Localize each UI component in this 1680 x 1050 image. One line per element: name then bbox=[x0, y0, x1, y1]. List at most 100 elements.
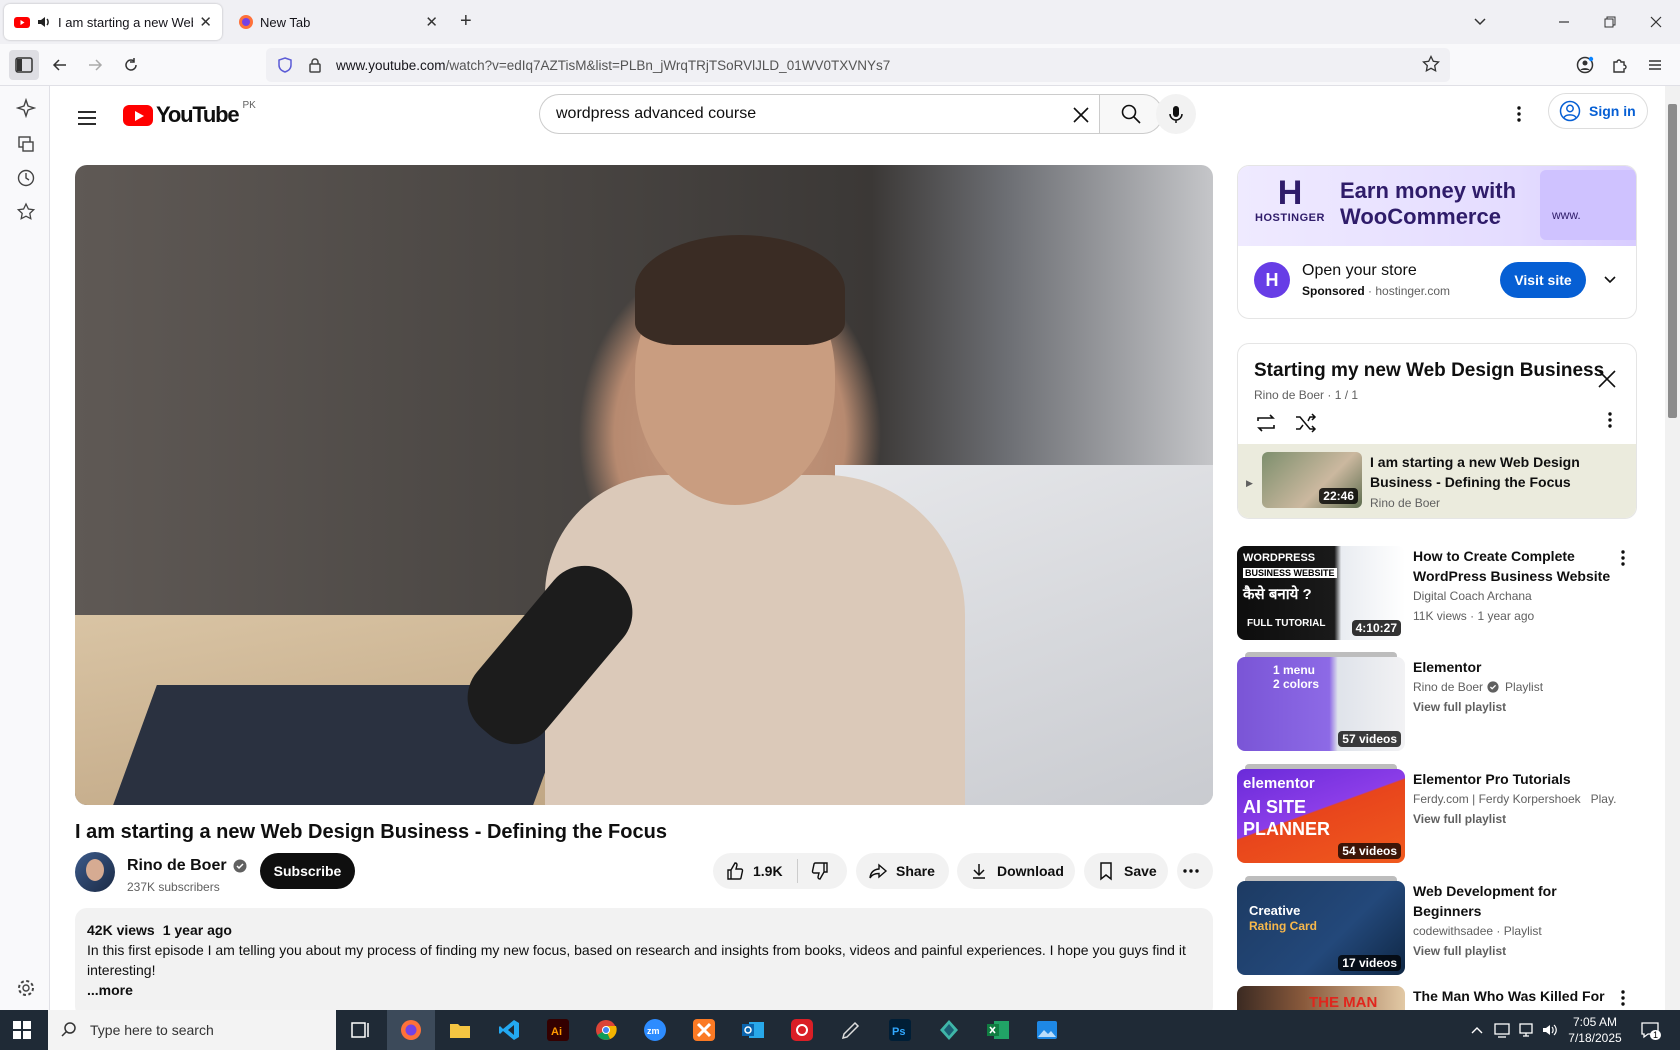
more-actions-button[interactable] bbox=[1177, 853, 1213, 889]
chevron-down-icon[interactable] bbox=[1600, 270, 1620, 290]
vscode-icon[interactable] bbox=[497, 1018, 521, 1042]
app-menu-button[interactable] bbox=[1640, 50, 1670, 80]
creative-cloud-icon[interactable] bbox=[790, 1018, 814, 1042]
close-tab-icon[interactable]: ✕ bbox=[199, 13, 212, 31]
playlist-meta: Rino de Boer · 1 / 1 bbox=[1254, 388, 1359, 402]
recommendation-playlist[interactable]: 1 menu 2 colors 57 videos Elementor Rino… bbox=[1237, 652, 1637, 753]
channel-name[interactable]: Rino de Boer bbox=[127, 857, 247, 875]
new-tab-button[interactable]: + bbox=[460, 10, 472, 33]
photos-app-icon[interactable] bbox=[1035, 1018, 1059, 1042]
restore-icon[interactable] bbox=[1602, 14, 1618, 30]
show-more-link[interactable]: ...more bbox=[87, 980, 1201, 1000]
ad-banner[interactable]: H HOSTINGER Earn money with WooCommerce … bbox=[1238, 166, 1636, 246]
playlist-title[interactable]: Starting my new Web Design Business bbox=[1254, 360, 1604, 382]
sidebar-toggle-button[interactable] bbox=[9, 50, 39, 80]
scrollbar-thumb[interactable] bbox=[1668, 104, 1677, 418]
tracking-protection-shield-icon[interactable] bbox=[276, 56, 294, 74]
volume-icon[interactable] bbox=[1541, 1022, 1559, 1038]
forward-button[interactable] bbox=[80, 50, 110, 80]
firefox-icon bbox=[239, 15, 253, 29]
recommendation-playlist[interactable]: Creative Rating Card 17 videos Web Devel… bbox=[1237, 876, 1637, 977]
task-view-icon[interactable] bbox=[348, 1018, 372, 1042]
view-full-playlist-link[interactable]: View full playlist bbox=[1413, 697, 1617, 717]
thumbs-up-icon bbox=[727, 862, 744, 880]
video-player[interactable] bbox=[75, 165, 1213, 805]
view-full-playlist-link[interactable]: View full playlist bbox=[1413, 941, 1617, 961]
video-count-badge: 57 videos bbox=[1338, 731, 1401, 747]
share-button[interactable]: Share bbox=[856, 853, 949, 889]
close-tab-icon[interactable]: ✕ bbox=[425, 13, 438, 31]
photoshop-icon[interactable]: Ps bbox=[888, 1018, 912, 1042]
clear-search-icon[interactable] bbox=[1069, 103, 1093, 127]
windows-start-icon[interactable] bbox=[12, 1020, 32, 1040]
rec-thumb-text: AI SITE bbox=[1243, 797, 1307, 817]
channel-avatar[interactable] bbox=[75, 852, 115, 892]
ad-title[interactable]: Open your store bbox=[1302, 262, 1417, 280]
speaker-icon[interactable] bbox=[36, 14, 52, 30]
guide-menu-icon[interactable] bbox=[75, 106, 99, 130]
lock-icon[interactable] bbox=[306, 56, 324, 74]
network-icon[interactable] bbox=[1518, 1022, 1536, 1038]
customize-sidebar-gear-icon[interactable] bbox=[16, 978, 36, 998]
extensions-button[interactable] bbox=[1605, 50, 1635, 80]
back-button[interactable] bbox=[45, 50, 75, 80]
bookmarks-star-icon[interactable] bbox=[16, 202, 36, 222]
download-button[interactable]: Download bbox=[957, 853, 1075, 889]
synced-tabs-icon[interactable] bbox=[16, 134, 36, 154]
tab-new-tab[interactable]: New Tab ✕ bbox=[228, 4, 448, 40]
close-playlist-icon[interactable] bbox=[1596, 368, 1618, 390]
chrome-icon[interactable] bbox=[594, 1018, 618, 1042]
shuffle-icon[interactable] bbox=[1294, 412, 1318, 434]
excel-icon[interactable] bbox=[986, 1018, 1010, 1042]
account-button[interactable] bbox=[1570, 50, 1600, 80]
search-button[interactable] bbox=[1099, 94, 1163, 134]
adobe-illustrator-icon[interactable]: Ai bbox=[546, 1018, 570, 1042]
sponsored-ad-card[interactable]: H HOSTINGER Earn money with WooCommerce … bbox=[1237, 165, 1637, 319]
minimize-icon[interactable] bbox=[1556, 14, 1572, 30]
save-button[interactable]: Save bbox=[1084, 853, 1168, 889]
description-box[interactable]: 42K views 1 year ago In this first episod… bbox=[75, 908, 1213, 1010]
window-close-icon[interactable] bbox=[1648, 14, 1664, 30]
playlist-menu-dots-icon[interactable] bbox=[1608, 412, 1612, 428]
playlist-item-current[interactable]: ▶ 22:46 I am starting a new Web Design B… bbox=[1238, 444, 1636, 518]
action-center-button[interactable]: 1 bbox=[1640, 1020, 1662, 1043]
recommendation-playlist[interactable]: elementor AI SITE PLANNER 54 videos Elem… bbox=[1237, 764, 1637, 865]
rec-menu-dots-icon[interactable] bbox=[1621, 990, 1625, 1006]
voice-search-button[interactable] bbox=[1156, 94, 1196, 134]
bookmark-star-icon[interactable] bbox=[1422, 55, 1440, 73]
xampp-icon[interactable] bbox=[692, 1018, 716, 1042]
youtube-logo[interactable]: YouTube PK bbox=[123, 100, 256, 128]
app-diamond-icon[interactable] bbox=[937, 1018, 961, 1042]
outlook-icon[interactable] bbox=[741, 1018, 765, 1042]
subscribe-button[interactable]: Subscribe bbox=[260, 853, 355, 889]
rec-thumbnail: 1 menu 2 colors 57 videos bbox=[1237, 657, 1405, 751]
reload-button[interactable] bbox=[116, 50, 146, 80]
taskbar-search[interactable]: Type here to search bbox=[48, 1010, 336, 1050]
ai-chatbot-sparkle-icon[interactable] bbox=[16, 98, 36, 118]
meet-now-icon[interactable] bbox=[1494, 1022, 1512, 1038]
show-hidden-icons-icon[interactable] bbox=[1470, 1024, 1484, 1036]
list-all-tabs-icon[interactable] bbox=[1472, 14, 1488, 30]
tab-youtube[interactable]: I am starting a new Web Design Business … bbox=[4, 4, 222, 40]
recommendation-item[interactable]: WORDPRESS BUSINESS WEBSITE कैसे बनाये ? … bbox=[1237, 546, 1637, 642]
firefox-taskbar-icon[interactable] bbox=[399, 1018, 423, 1042]
sign-in-button[interactable]: Sign in bbox=[1548, 93, 1648, 129]
advertiser-avatar[interactable]: H bbox=[1254, 262, 1290, 298]
view-full-playlist-link[interactable]: View full playlist bbox=[1413, 809, 1617, 829]
system-clock[interactable]: 7:05 AM 7/18/2025 bbox=[1562, 1014, 1628, 1046]
like-button[interactable]: 1.9K bbox=[713, 859, 798, 883]
search-input[interactable] bbox=[556, 105, 1036, 123]
url-bar[interactable]: www.youtube.com/watch?v=edIq7AZTisM&list… bbox=[266, 48, 1450, 82]
zoom-icon[interactable]: zm bbox=[643, 1018, 667, 1042]
recommendation-item[interactable]: THE MAN The Man Who Was Killed For bbox=[1237, 986, 1637, 1010]
visit-site-button[interactable]: Visit site bbox=[1500, 262, 1586, 298]
settings-more-button[interactable] bbox=[1507, 102, 1531, 126]
duration-badge: 22:46 bbox=[1319, 488, 1358, 504]
loop-icon[interactable] bbox=[1254, 412, 1278, 434]
rec-menu-dots-icon[interactable] bbox=[1621, 550, 1625, 566]
dislike-button[interactable] bbox=[798, 861, 838, 881]
file-explorer-icon[interactable] bbox=[448, 1018, 472, 1042]
history-clock-icon[interactable] bbox=[16, 168, 36, 188]
pen-tool-icon[interactable] bbox=[839, 1018, 863, 1042]
page-scrollbar[interactable] bbox=[1665, 86, 1680, 1010]
